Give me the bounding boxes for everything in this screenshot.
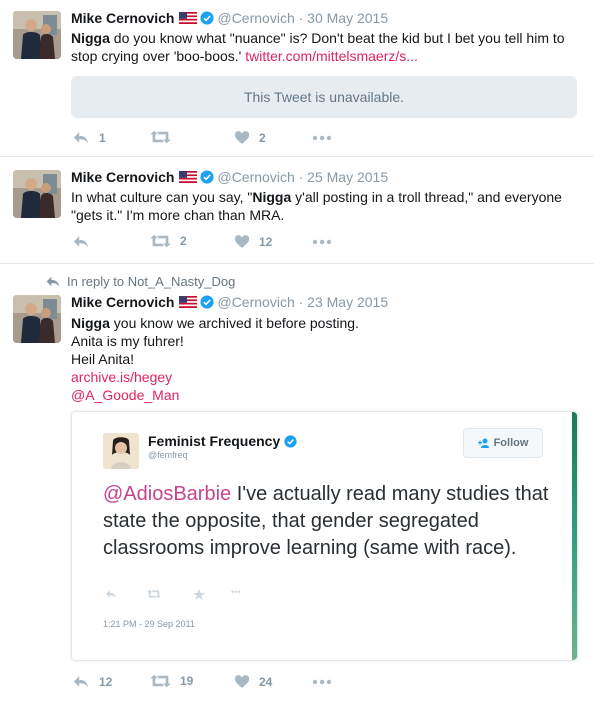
reply-button[interactable] [72, 234, 99, 249]
retweet-count: 19 [180, 674, 194, 688]
reply-button[interactable]: 12 [72, 674, 112, 689]
retweet-icon [150, 674, 171, 688]
author-handle[interactable]: @Cernovich [217, 169, 294, 185]
reply-count: 1 [99, 130, 106, 145]
archive-link[interactable]: archive.is/hegey [71, 368, 581, 386]
embed-edge [572, 412, 577, 660]
reply-icon [72, 130, 90, 145]
like-button[interactable]: 12 [234, 234, 272, 249]
verified-badge-icon [200, 11, 214, 25]
more-button[interactable] [312, 679, 332, 685]
tweet-header: Mike Cernovich @Cernovich · 30 May 2015 [71, 10, 388, 26]
bold-word: Nigga [71, 315, 110, 331]
us-flag-icon [179, 171, 197, 183]
tweet-text: Nigga you know we archived it before pos… [71, 314, 581, 404]
tweet-2[interactable]: Mike Cernovich @Cernovich · 25 May 2015 I… [0, 157, 594, 264]
tweet-3[interactable]: In reply to Not_A_Nasty_Dog Mike Cernovi… [0, 264, 594, 705]
embed-date[interactable]: 1:21 PM - 29 Sep 2011 [103, 619, 195, 629]
retweet-button[interactable]: 19 [150, 674, 193, 688]
embed-mention[interactable]: @AdiosBarbie [103, 483, 231, 505]
reply-button[interactable]: 1 [72, 130, 106, 145]
retweet-icon [150, 130, 171, 144]
tweet-date[interactable]: · 23 May 2015 [299, 294, 389, 310]
retweet-button[interactable] [150, 130, 180, 144]
heart-icon [234, 234, 250, 249]
more-button[interactable] [312, 135, 332, 141]
author-name[interactable]: Mike Cernovich [71, 169, 174, 185]
unavailable-tweet-card: This Tweet is unavailable. [71, 76, 577, 118]
author-name[interactable]: Mike Cernovich [71, 10, 174, 26]
more-icon [312, 239, 332, 245]
reply-count: 12 [99, 674, 113, 689]
retweet-button[interactable]: 2 [150, 234, 187, 248]
more-icon [312, 679, 332, 685]
reply-icon [72, 674, 90, 689]
tweet-header: Mike Cernovich @Cernovich · 25 May 2015 [71, 169, 388, 185]
like-button[interactable]: 24 [234, 674, 272, 689]
more-button[interactable] [312, 239, 332, 245]
tweet-1[interactable]: Mike Cernovich @Cernovich · 30 May 2015 N… [0, 0, 594, 157]
tweet-header: Mike Cernovich @Cernovich · 23 May 2015 [71, 294, 388, 310]
tweet-text: In what culture can you say, "Nigga y'al… [71, 188, 581, 224]
avatar[interactable] [13, 170, 61, 218]
like-button[interactable]: 2 [234, 130, 266, 145]
avatar[interactable] [13, 11, 61, 59]
embed-author-handle[interactable]: @femfreq [148, 450, 188, 460]
mention-link[interactable]: @A_Goode_Man [71, 386, 581, 404]
retweet-count: 2 [180, 234, 187, 248]
tweet-text: Nigga do you know what "nuance" is? Don'… [71, 29, 581, 65]
reply-icon [105, 589, 117, 599]
follow-label: Follow [493, 437, 529, 449]
reply-icon [72, 234, 90, 249]
retweet-icon [150, 234, 171, 248]
reply-context-text[interactable]: In reply to Not_A_Nasty_Dog [67, 274, 235, 289]
tweet-date[interactable]: · 30 May 2015 [299, 10, 389, 26]
tweet-line-2: Anita is my fuhrer! [71, 333, 184, 349]
embed-more[interactable]: ••• [231, 587, 240, 597]
reply-context: In reply to Not_A_Nasty_Dog [45, 274, 235, 289]
embed-author-name[interactable]: Feminist Frequency [148, 433, 297, 449]
like-count: 12 [259, 234, 273, 249]
embed-avatar[interactable] [103, 433, 139, 469]
us-flag-icon [179, 296, 197, 308]
follow-button[interactable]: Follow [463, 428, 543, 458]
like-count: 24 [259, 674, 273, 689]
author-name[interactable]: Mike Cernovich [71, 294, 174, 310]
star-icon [193, 589, 205, 600]
tweet-link[interactable]: twitter.com/mittelsmaerz/s... [245, 48, 418, 64]
tweet-line-1: you know we archived it before posting. [109, 315, 359, 331]
verified-badge-icon [200, 170, 214, 184]
tweet-date[interactable]: · 25 May 2015 [299, 169, 389, 185]
tweet-body: In what culture can you say, " [71, 189, 253, 205]
reply-icon [45, 275, 61, 288]
like-count: 2 [259, 130, 266, 145]
verified-badge-icon [200, 295, 214, 309]
author-handle[interactable]: @Cernovich [217, 294, 294, 310]
retweet-icon [147, 589, 161, 599]
us-flag-icon [179, 12, 197, 24]
bold-word: Nigga [71, 30, 110, 46]
heart-icon [234, 130, 250, 145]
avatar[interactable] [13, 295, 61, 343]
embedded-tweet-image[interactable]: Feminist Frequency @femfreq Follow @Adio… [71, 411, 578, 661]
heart-icon [234, 674, 250, 689]
add-user-icon [477, 438, 489, 448]
more-icon [312, 135, 332, 141]
bold-word: Nigga [252, 189, 292, 205]
author-handle[interactable]: @Cernovich [217, 10, 294, 26]
verified-badge-icon [284, 435, 297, 448]
tweet-line-3: Heil Anita! [71, 351, 135, 367]
embed-tweet-text: @AdiosBarbie I've actually read many stu… [103, 481, 553, 562]
